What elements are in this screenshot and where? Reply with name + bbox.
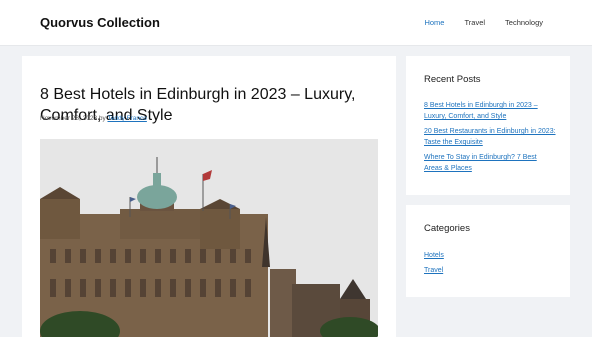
author-link[interactable]: Teddy Franco [107,115,146,122]
categories-widget: Categories Hotels Travel [406,205,570,297]
list-item: Where To Stay in Edinburgh? 7 Best Areas… [424,152,556,174]
list-item: 8 Best Hotels in Edinburgh in 2023 – Lux… [424,100,556,122]
edinburgh-building-illustration [40,139,378,337]
category-link-travel[interactable]: Travel [424,267,443,274]
post-date: November 28, 2023 [40,115,98,122]
article-card: 8 Best Hotels in Edinburgh in 2023 – Lux… [22,56,396,337]
list-item: 20 Best Restaurants in Edinburgh in 2023… [424,126,556,148]
nav-item-travel[interactable]: Travel [464,18,485,27]
nav-item-home[interactable]: Home [424,18,444,27]
site-header: Quorvus Collection Home Travel Technolog… [0,0,592,46]
list-item: Hotels [424,250,556,261]
categories-heading: Categories [424,223,470,234]
main-navigation: Home Travel Technology [404,18,543,27]
list-item: Travel [424,265,556,276]
nav-item-technology[interactable]: Technology [505,18,543,27]
post-by-label: by [98,115,106,122]
categories-list: Hotels Travel [424,250,556,280]
recent-post-link[interactable]: Where To Stay in Edinburgh? 7 Best Areas… [424,154,537,172]
category-link-hotels[interactable]: Hotels [424,252,444,259]
featured-image [40,139,378,337]
post-meta: November 28, 2023 by Teddy Franco [40,115,147,122]
recent-post-link[interactable]: 8 Best Hotels in Edinburgh in 2023 – Lux… [424,102,538,120]
recent-posts-heading: Recent Posts [424,74,481,85]
site-title[interactable]: Quorvus Collection [40,15,160,30]
recent-post-link[interactable]: 20 Best Restaurants in Edinburgh in 2023… [424,128,556,146]
recent-posts-list: 8 Best Hotels in Edinburgh in 2023 – Lux… [424,100,556,178]
recent-posts-widget: Recent Posts 8 Best Hotels in Edinburgh … [406,56,570,195]
